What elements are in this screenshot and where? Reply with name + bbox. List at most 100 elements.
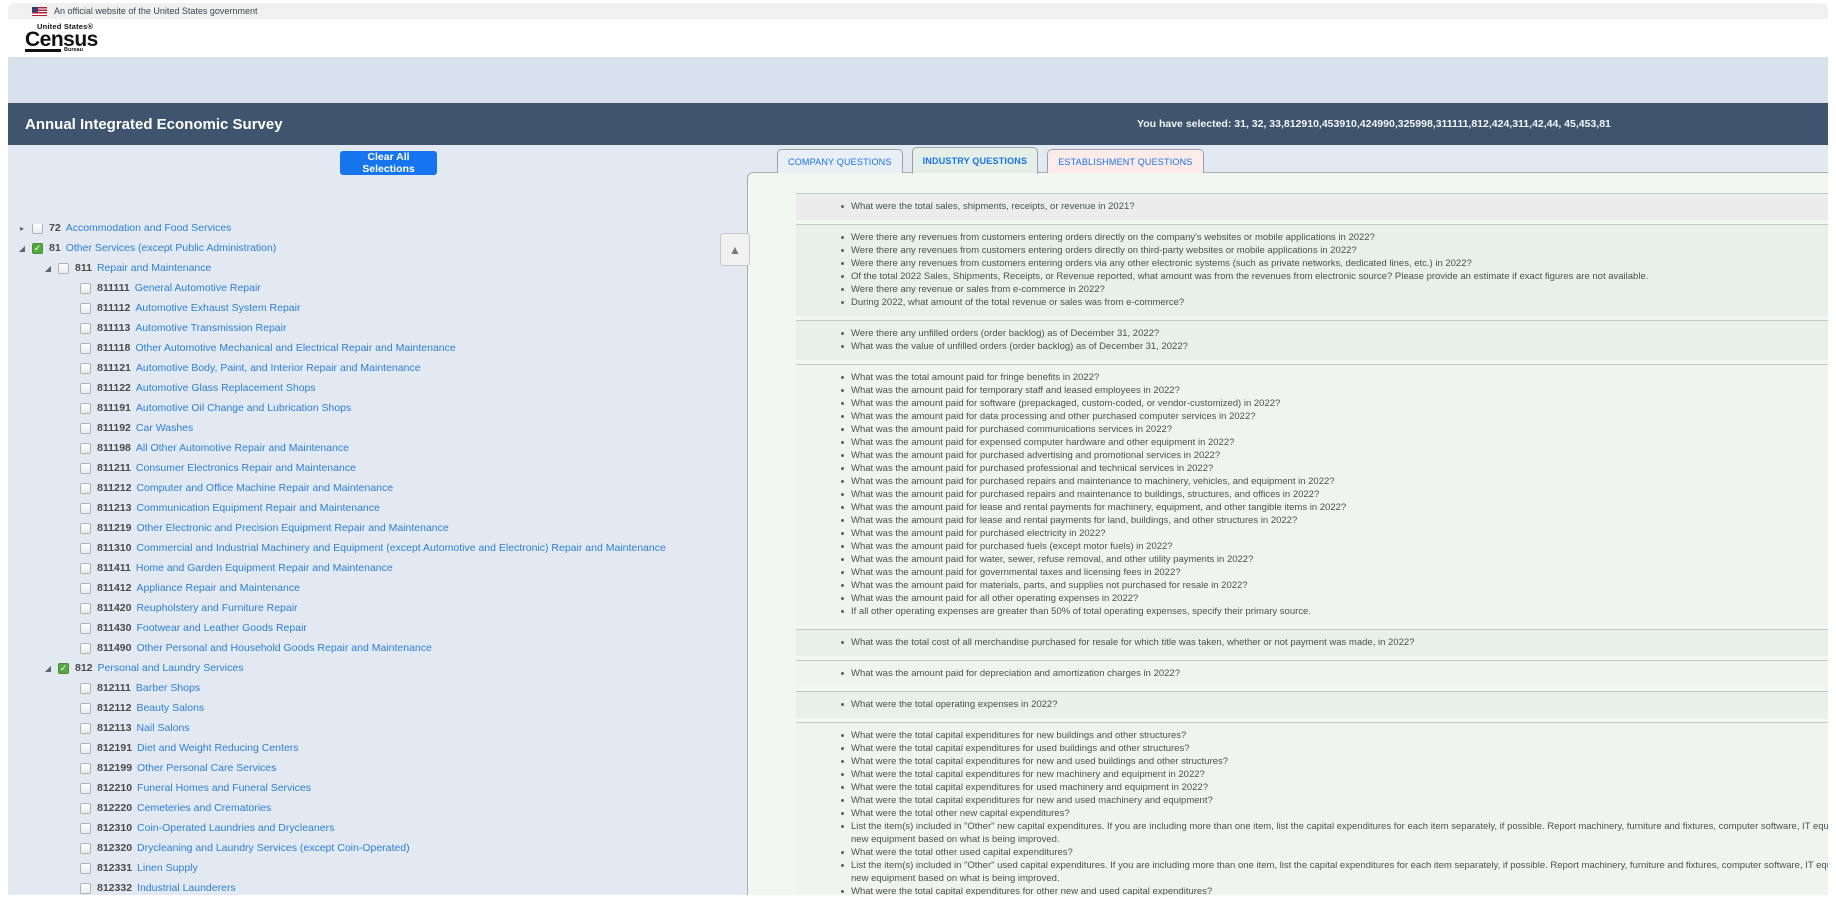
checkbox-unchecked[interactable] — [80, 503, 91, 514]
checkbox-unchecked[interactable] — [80, 323, 91, 334]
checkbox-unchecked[interactable] — [80, 303, 91, 314]
tree-item-811198[interactable]: 811198All Other Automotive Repair and Ma… — [8, 438, 720, 458]
checkbox-unchecked[interactable] — [58, 263, 69, 274]
tree-item-label[interactable]: Other Personal Care Services — [137, 762, 276, 774]
tree-item-label[interactable]: Automotive Oil Change and Lubrication Sh… — [136, 402, 351, 414]
checkbox-unchecked[interactable] — [80, 683, 91, 694]
expand-arrow-icon[interactable]: ▸ — [16, 224, 28, 233]
tree-item-811420[interactable]: 811420Reupholstery and Furniture Repair — [8, 598, 720, 618]
tab-company-questions[interactable]: COMPANY QUESTIONS — [777, 149, 903, 173]
checkbox-unchecked[interactable] — [80, 523, 91, 534]
tree-item-811430[interactable]: 811430Footwear and Leather Goods Repair — [8, 618, 720, 638]
tree-item-label[interactable]: Commercial and Industrial Machinery and … — [136, 542, 665, 554]
clear-all-selections-button[interactable]: Clear All Selections — [340, 151, 437, 175]
tree-item-811211[interactable]: 811211Consumer Electronics Repair and Ma… — [8, 458, 720, 478]
tree-item-label[interactable]: Diet and Weight Reducing Centers — [137, 742, 298, 754]
checkbox-unchecked[interactable] — [80, 843, 91, 854]
tree-item-81[interactable]: ◢✓81Other Services (except Public Admini… — [8, 238, 720, 258]
tree-item-811192[interactable]: 811192Car Washes — [8, 418, 720, 438]
tree-item-811113[interactable]: 811113Automotive Transmission Repair — [8, 318, 720, 338]
tree-item-label[interactable]: Accommodation and Food Services — [66, 224, 232, 234]
tree-item-label[interactable]: Other Services (except Public Administra… — [66, 242, 277, 254]
checkbox-unchecked[interactable] — [80, 883, 91, 894]
tree-item-label[interactable]: Nail Salons — [136, 722, 189, 734]
tree-item-811191[interactable]: 811191Automotive Oil Change and Lubricat… — [8, 398, 720, 418]
tree-item-812[interactable]: ◢✓812Personal and Laundry Services — [8, 658, 720, 678]
checkbox-unchecked[interactable] — [80, 823, 91, 834]
tab-establishment-questions[interactable]: ESTABLISHMENT QUESTIONS — [1047, 149, 1203, 173]
checkbox-unchecked[interactable] — [80, 643, 91, 654]
tree-item-label[interactable]: Consumer Electronics Repair and Maintena… — [136, 462, 356, 474]
tree-item-label[interactable]: Automotive Body, Paint, and Interior Rep… — [136, 362, 421, 374]
scroll-up-button[interactable]: ▲ — [720, 233, 750, 266]
tree-item-811212[interactable]: 811212Computer and Office Machine Repair… — [8, 478, 720, 498]
tab-industry-questions[interactable]: INDUSTRY QUESTIONS — [912, 147, 1039, 174]
tree-item-811121[interactable]: 811121Automotive Body, Paint, and Interi… — [8, 358, 720, 378]
tree-item-label[interactable]: Car Washes — [136, 422, 193, 434]
checkbox-unchecked[interactable] — [80, 863, 91, 874]
tree-item-label[interactable]: General Automotive Repair — [135, 282, 261, 294]
tree-item-label[interactable]: Footwear and Leather Goods Repair — [136, 622, 306, 634]
checkbox-unchecked[interactable] — [80, 283, 91, 294]
checkbox-unchecked[interactable] — [80, 403, 91, 414]
checkbox-unchecked[interactable] — [80, 723, 91, 734]
tree-item-label[interactable]: Industrial Launderers — [137, 882, 236, 894]
checkbox-unchecked[interactable] — [80, 603, 91, 614]
tree-item-label[interactable]: Barber Shops — [136, 682, 200, 694]
tree-item-label[interactable]: Communication Equipment Repair and Maint… — [136, 502, 379, 514]
checkbox-unchecked[interactable] — [80, 443, 91, 454]
checkbox-unchecked[interactable] — [80, 803, 91, 814]
checkbox-unchecked[interactable] — [80, 363, 91, 374]
tree-item-label[interactable]: Computer and Office Machine Repair and M… — [136, 482, 393, 494]
collapse-arrow-icon[interactable]: ◢ — [42, 264, 54, 273]
checkbox-unchecked[interactable] — [80, 343, 91, 354]
tree-item-label[interactable]: Personal and Laundry Services — [98, 662, 244, 674]
tree-item-label[interactable]: Cemeteries and Crematories — [137, 802, 271, 814]
tree-item-811412[interactable]: 811412Appliance Repair and Maintenance — [8, 578, 720, 598]
tree-item-812332[interactable]: 812332Industrial Launderers — [8, 878, 720, 895]
checkbox-unchecked[interactable] — [32, 224, 43, 234]
tree-item-812113[interactable]: 812113Nail Salons — [8, 718, 720, 738]
tree-item-label[interactable]: Repair and Maintenance — [97, 262, 211, 274]
checkbox-checked[interactable]: ✓ — [32, 243, 43, 254]
tree-item-811310[interactable]: 811310Commercial and Industrial Machiner… — [8, 538, 720, 558]
tree-item-811213[interactable]: 811213Communication Equipment Repair and… — [8, 498, 720, 518]
tree-item-811490[interactable]: 811490Other Personal and Household Goods… — [8, 638, 720, 658]
tree-item-label[interactable]: Automotive Transmission Repair — [135, 322, 286, 334]
tree-item-811219[interactable]: 811219Other Electronic and Precision Equ… — [8, 518, 720, 538]
checkbox-unchecked[interactable] — [80, 483, 91, 494]
tree-item-label[interactable]: Reupholstery and Furniture Repair — [136, 602, 297, 614]
checkbox-unchecked[interactable] — [80, 763, 91, 774]
collapse-arrow-icon[interactable]: ◢ — [42, 664, 54, 673]
checkbox-unchecked[interactable] — [80, 383, 91, 394]
tree-item-label[interactable]: Funeral Homes and Funeral Services — [137, 782, 311, 794]
tree-item-label[interactable]: Other Personal and Household Goods Repai… — [136, 642, 431, 654]
tree-item-811118[interactable]: 811118Other Automotive Mechanical and El… — [8, 338, 720, 358]
tree-item-72[interactable]: ▸72Accommodation and Food Services — [8, 224, 720, 238]
tree-item-label[interactable]: Automotive Glass Replacement Shops — [136, 382, 316, 394]
tree-item-812320[interactable]: 812320Drycleaning and Laundry Services (… — [8, 838, 720, 858]
checkbox-unchecked[interactable] — [80, 743, 91, 754]
tree-item-label[interactable]: Drycleaning and Laundry Services (except… — [137, 842, 410, 854]
checkbox-unchecked[interactable] — [80, 543, 91, 554]
tree-item-label[interactable]: Beauty Salons — [136, 702, 204, 714]
tree-item-label[interactable]: Home and Garden Equipment Repair and Mai… — [136, 562, 393, 574]
tree-item-812210[interactable]: 812210Funeral Homes and Funeral Services — [8, 778, 720, 798]
tree-item-811112[interactable]: 811112Automotive Exhaust System Repair — [8, 298, 720, 318]
tree-item-label[interactable]: Automotive Exhaust System Repair — [135, 302, 300, 314]
tree-item-812111[interactable]: 812111Barber Shops — [8, 678, 720, 698]
checkbox-checked[interactable]: ✓ — [58, 663, 69, 674]
tree-item-label[interactable]: All Other Automotive Repair and Maintena… — [136, 442, 349, 454]
tree-item-812331[interactable]: 812331Linen Supply — [8, 858, 720, 878]
checkbox-unchecked[interactable] — [80, 783, 91, 794]
tree-item-label[interactable]: Other Electronic and Precision Equipment… — [136, 522, 448, 534]
tree-item-812112[interactable]: 812112Beauty Salons — [8, 698, 720, 718]
checkbox-unchecked[interactable] — [80, 583, 91, 594]
tree-item-label[interactable]: Coin-Operated Laundries and Drycleaners — [137, 822, 334, 834]
tree-item-812191[interactable]: 812191Diet and Weight Reducing Centers — [8, 738, 720, 758]
tree-item-812199[interactable]: 812199Other Personal Care Services — [8, 758, 720, 778]
tree-item-811411[interactable]: 811411Home and Garden Equipment Repair a… — [8, 558, 720, 578]
collapse-arrow-icon[interactable]: ◢ — [16, 244, 28, 253]
tree-item-label[interactable]: Other Automotive Mechanical and Electric… — [135, 342, 455, 354]
tree-item-812220[interactable]: 812220Cemeteries and Crematories — [8, 798, 720, 818]
